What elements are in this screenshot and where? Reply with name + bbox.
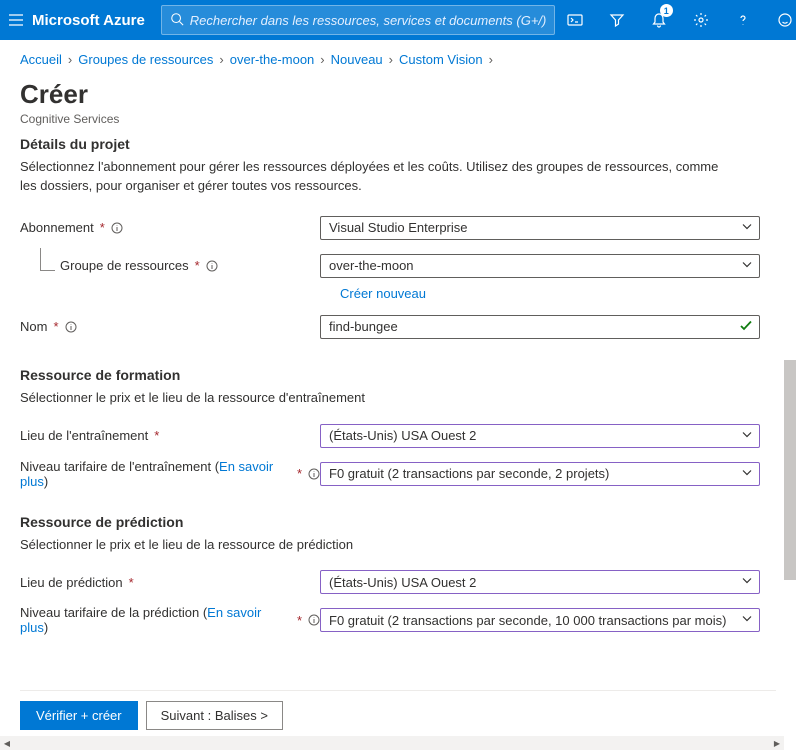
chevron-down-icon — [741, 258, 753, 273]
training-tier-select[interactable]: F0 gratuit (2 transactions par seconde, … — [320, 462, 760, 486]
training-desc: Sélectionner le prix et le lieu de la re… — [20, 389, 720, 408]
review-create-button[interactable]: Vérifier + créer — [20, 701, 138, 730]
chevron-down-icon — [741, 220, 753, 235]
global-search[interactable] — [161, 5, 555, 35]
settings-icon[interactable] — [681, 0, 721, 40]
topbar-actions: 1 — [555, 0, 796, 40]
subscription-row: Abonnement * Visual Studio Enterprise — [20, 212, 776, 244]
prediction-location-select[interactable]: (États-Unis) USA Ouest 2 — [320, 570, 760, 594]
training-location-row: Lieu de l'entraînement * (États-Unis) US… — [20, 420, 776, 452]
chevron-right-icon: › — [320, 52, 324, 67]
directory-filter-icon[interactable] — [597, 0, 637, 40]
wizard-footer: Vérifier + créer Suivant : Balises > — [20, 690, 776, 730]
chevron-down-icon — [741, 466, 753, 481]
search-icon — [170, 12, 184, 29]
name-label: Nom * — [20, 319, 320, 334]
create-new-rg-link[interactable]: Créer nouveau — [340, 286, 426, 301]
subscription-select[interactable]: Visual Studio Enterprise — [320, 216, 760, 240]
next-tags-button[interactable]: Suivant : Balises > — [146, 701, 283, 730]
info-icon[interactable] — [111, 222, 123, 234]
breadcrumb-home[interactable]: Accueil — [20, 52, 62, 67]
chevron-down-icon — [741, 428, 753, 443]
project-details-desc: Sélectionnez l'abonnement pour gérer les… — [20, 158, 720, 196]
training-location-label: Lieu de l'entraînement * — [20, 428, 320, 443]
notifications-icon[interactable]: 1 — [639, 0, 679, 40]
page-title: Créer — [20, 79, 776, 110]
training-tier-label: Niveau tarifaire de l'entraînement (En s… — [20, 459, 320, 489]
chevron-right-icon: › — [389, 52, 393, 67]
chevron-down-icon — [741, 575, 753, 590]
prediction-location-label: Lieu de prédiction * — [20, 575, 320, 590]
breadcrumb: Accueil › Groupes de ressources › over-t… — [20, 52, 776, 67]
breadcrumb-new[interactable]: Nouveau — [331, 52, 383, 67]
horizontal-scrollbar[interactable]: ◀ ▶ — [0, 736, 784, 750]
training-tier-row: Niveau tarifaire de l'entraînement (En s… — [20, 458, 776, 490]
prediction-tier-label: Niveau tarifaire de la prédiction (En sa… — [20, 605, 320, 635]
help-icon[interactable] — [723, 0, 763, 40]
prediction-tier-select[interactable]: F0 gratuit (2 transactions par seconde, … — [320, 608, 760, 632]
prediction-heading: Ressource de prédiction — [20, 514, 776, 530]
notification-badge: 1 — [660, 4, 673, 17]
required-indicator: * — [100, 220, 105, 235]
menu-icon[interactable] — [8, 4, 24, 36]
name-input[interactable]: find-bungee — [320, 315, 760, 339]
required-indicator: * — [297, 613, 302, 628]
resource-group-select[interactable]: over-the-moon — [320, 254, 760, 278]
chevron-right-icon: › — [489, 52, 493, 67]
vertical-scrollbar[interactable] — [784, 360, 796, 580]
prediction-location-row: Lieu de prédiction * (États-Unis) USA Ou… — [20, 566, 776, 598]
name-row: Nom * find-bungee — [20, 311, 776, 343]
page-subtitle: Cognitive Services — [20, 112, 776, 126]
training-heading: Ressource de formation — [20, 367, 776, 383]
scroll-left-icon[interactable]: ◀ — [0, 736, 14, 750]
chevron-right-icon: › — [68, 52, 72, 67]
breadcrumb-resource-groups[interactable]: Groupes de ressources — [78, 52, 213, 67]
training-location-select[interactable]: (États-Unis) USA Ouest 2 — [320, 424, 760, 448]
breadcrumb-custom-vision[interactable]: Custom Vision — [399, 52, 483, 67]
info-icon[interactable] — [206, 260, 218, 272]
info-icon[interactable] — [308, 468, 320, 480]
resource-group-row: Groupe de ressources * over-the-moon — [20, 250, 776, 282]
prediction-tier-row: Niveau tarifaire de la prédiction (En sa… — [20, 604, 776, 636]
prediction-desc: Sélectionner le prix et le lieu de la re… — [20, 536, 720, 555]
check-icon — [739, 318, 753, 335]
feedback-icon[interactable] — [765, 0, 796, 40]
required-indicator: * — [129, 575, 134, 590]
subscription-label: Abonnement * — [20, 220, 320, 235]
info-icon[interactable] — [65, 321, 77, 333]
search-input[interactable] — [190, 13, 546, 28]
project-details-heading: Détails du projet — [20, 136, 776, 152]
info-icon[interactable] — [308, 614, 320, 626]
cloud-shell-icon[interactable] — [555, 0, 595, 40]
chevron-down-icon — [741, 613, 753, 628]
required-indicator: * — [195, 258, 200, 273]
page-content: Accueil › Groupes de ressources › over-t… — [0, 40, 796, 654]
brand-label: Microsoft Azure — [32, 12, 145, 29]
scroll-right-icon[interactable]: ▶ — [770, 736, 784, 750]
required-indicator: * — [297, 466, 302, 481]
required-indicator: * — [154, 428, 159, 443]
required-indicator: * — [53, 319, 58, 334]
breadcrumb-over-the-moon[interactable]: over-the-moon — [230, 52, 315, 67]
resource-group-label: Groupe de ressources * — [20, 258, 320, 273]
top-bar: Microsoft Azure 1 — [0, 0, 796, 40]
chevron-right-icon: › — [219, 52, 223, 67]
